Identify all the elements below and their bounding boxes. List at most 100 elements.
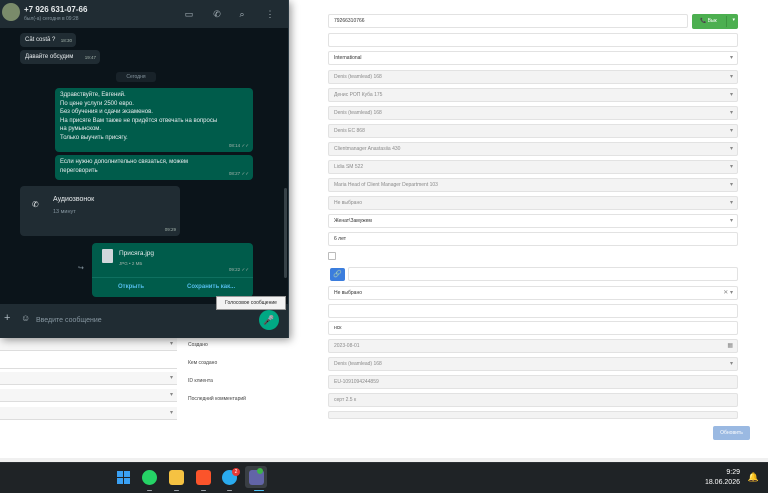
chevron-down-icon: ▾ [169, 375, 173, 381]
call-title: Аудиозвонок [53, 196, 95, 203]
calendar-icon[interactable]: ▦ [727, 340, 733, 352]
date-divider: Сегодня [116, 72, 156, 82]
divider [92, 277, 253, 278]
chat-header[interactable]: +7 926 631-07-66 был(-а) сегодня в 09:28… [0, 0, 288, 28]
call-message[interactable]: ✆ Аудиозвонок 13 минут 09:29 [20, 186, 180, 236]
menu-icon[interactable]: ⋮ [264, 9, 276, 20]
responsible-select-8[interactable]: Не выбрано ▾ [328, 196, 738, 210]
last-comment-field[interactable]: серт 2.5 к [328, 393, 738, 407]
left-field-3[interactable]: ▾ [0, 372, 177, 385]
left-field-4[interactable]: ▾ [0, 389, 177, 402]
checkbox[interactable] [328, 252, 336, 260]
update-button[interactable]: Обновить [713, 426, 750, 440]
chevron-down-icon: ▾ [729, 164, 733, 170]
next-field[interactable] [328, 411, 738, 419]
clock-time: 9:29 [726, 469, 740, 476]
message-time: 08:14 ✓✓ [228, 142, 249, 148]
file-message[interactable]: Присяга.jpg JPG • 2 МБ 09:22 ✓✓ Открыть … [92, 243, 253, 297]
clock[interactable]: 9:29 18.06.2026 [705, 468, 740, 488]
double-check-icon: ✓✓ [241, 267, 249, 272]
responsible-select-6[interactable]: Lidia SM 522 ▾ [328, 160, 738, 174]
chevron-down-icon: ▾ [729, 110, 733, 116]
message-time: 09:22 ✓✓ [228, 267, 249, 272]
message-outgoing: Если нужно дополнительно связаться, може… [55, 155, 253, 180]
open-file-button[interactable]: Открыть [118, 283, 144, 292]
file-explorer-icon[interactable] [169, 470, 184, 485]
chevron-down-icon: ▾ [729, 55, 733, 61]
forward-icon[interactable]: ↪ [78, 264, 84, 272]
taskbar: 2 9:29 18.06.2026 🔔 [0, 462, 768, 493]
not-selected-select[interactable]: Не выбрано ✕ ▾ [328, 286, 738, 300]
left-field-1[interactable]: ▾ [0, 338, 177, 351]
phone-value: 79266310766 [334, 18, 365, 24]
link-field[interactable] [348, 267, 738, 281]
chevron-down-icon: ▾ [729, 92, 733, 98]
clear-chevron-icon[interactable]: ✕ ▾ [723, 287, 733, 299]
microphone-icon[interactable]: 🎤 [259, 310, 279, 330]
call-duration: 13 минут [53, 209, 76, 215]
file-name: Присяга.jpg [119, 250, 155, 257]
search-icon[interactable]: ⌕ [236, 9, 248, 20]
chat-body[interactable]: Căt costă ? 18:30 Давайте обсудим 19:47 … [0, 28, 288, 304]
link-icon[interactable]: 🔗 [330, 268, 345, 281]
chevron-down-icon: ▾ [169, 392, 173, 398]
chevron-down-icon: ▾ [729, 146, 733, 152]
file-meta: JPG • 2 МБ [119, 261, 143, 266]
duration-field[interactable]: 6 лет [328, 232, 738, 246]
blank-field[interactable] [328, 304, 738, 318]
message-incoming: Давайте обсудим 19:47 [20, 50, 100, 64]
client-id-label: ID клиента [188, 378, 213, 384]
whatsapp-icon[interactable] [142, 470, 157, 485]
responsible-select-4[interactable]: Denis EC 868 ▾ [328, 124, 738, 138]
windows-start-icon[interactable] [116, 470, 131, 485]
created-date-field[interactable]: 2023-08-01 ▦ [328, 339, 738, 353]
emoji-icon[interactable]: ☺ [21, 313, 30, 323]
call-time: 09:29 [164, 226, 176, 232]
chevron-down-icon: ▾ [169, 410, 173, 416]
chevron-down-icon: ▾ [169, 341, 173, 347]
running-indicator [174, 489, 179, 491]
responsible-select-3[interactable]: Denis (teamlead) 168 ▾ [328, 106, 738, 120]
created-label: Создано [188, 342, 208, 348]
responsible-select-2[interactable]: Денис РОП Куба 175 ▾ [328, 88, 738, 102]
running-indicator [201, 489, 206, 491]
last-comment-label: Последний комментарий [188, 396, 246, 402]
notification-bell-icon[interactable]: 🔔 [748, 472, 759, 483]
call-icon: ✆ [32, 200, 39, 209]
client-id-field[interactable]: EU-1091094244859 [328, 375, 738, 389]
chevron-down-icon[interactable]: ▾ [732, 17, 735, 23]
save-as-button[interactable]: Сохранить как... [187, 283, 235, 292]
phone-icon[interactable]: ✆ [211, 9, 223, 20]
created-by-field[interactable]: Denis (teamlead) 168 ▾ [328, 357, 738, 371]
responsible-select-5[interactable]: Clientmanager Anastasiia 430 ▾ [328, 142, 738, 156]
left-field-5[interactable]: ▾ [0, 407, 177, 420]
plus-icon[interactable]: + [4, 312, 10, 324]
left-field-2[interactable] [0, 356, 177, 369]
message-incoming: Căt costă ? 18:30 [20, 33, 76, 47]
phone-field[interactable]: 79266310766 [328, 14, 688, 28]
running-indicator [147, 489, 152, 491]
empty-field[interactable] [328, 33, 738, 47]
created-by-label: Кем создано [188, 360, 218, 366]
avatar[interactable] [2, 3, 20, 21]
responsible-select-1[interactable]: Denis (teamlead) 168 ▾ [328, 70, 738, 84]
chevron-down-icon: ▾ [729, 128, 733, 134]
running-indicator [227, 489, 232, 491]
chevron-down-icon: ▾ [729, 74, 733, 80]
notes-field[interactable]: нск [328, 321, 738, 335]
marital-status-select[interactable]: Женат\Замужем ▾ [328, 214, 738, 228]
chevron-down-icon: ▾ [729, 218, 733, 224]
chevron-down-icon: ▾ [729, 200, 733, 206]
call-button-label: 📞 Вык [700, 18, 717, 24]
responsible-select-7[interactable]: Maria Head of Client Manager Department … [328, 178, 738, 192]
double-check-icon: ✓✓ [241, 170, 249, 176]
message-outgoing: Здравствуйте, Евгений. По цене услуги 25… [55, 88, 253, 152]
chat-scrollbar[interactable] [284, 188, 287, 278]
whatsapp-window: +7 926 631-07-66 был(-а) сегодня в 09:28… [0, 0, 289, 338]
video-call-icon[interactable]: ▭ [183, 9, 195, 20]
contact-status: был(-а) сегодня в 09:28 [24, 16, 79, 22]
message-input[interactable]: Введите сообщение [36, 312, 250, 330]
brave-browser-icon[interactable] [196, 470, 211, 485]
language-select[interactable]: International ▾ [328, 51, 738, 65]
call-button[interactable]: 📞 Вык ▾ [692, 14, 738, 29]
